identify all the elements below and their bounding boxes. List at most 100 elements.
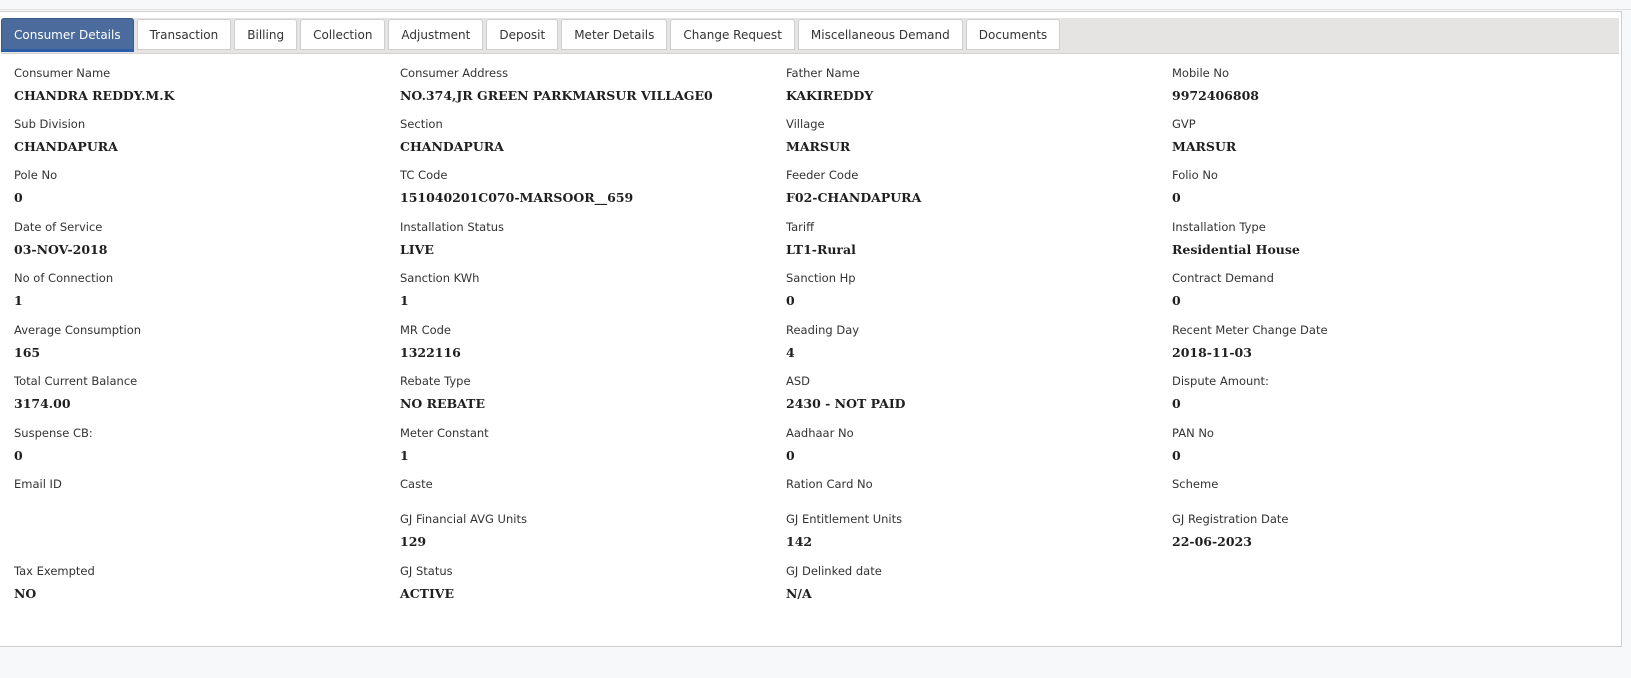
field-recent-meter-change-date: Recent Meter Change Date 2018-11-03 [1172,321,1328,362]
field-gj-registration-date: GJ Registration Date 22-06-2023 [1172,510,1288,551]
field-value: 0 [1172,448,1181,463]
field-value: 0 [14,448,23,463]
field-value: CHANDAPURA [14,139,118,154]
field-label: Caste [400,477,433,491]
field-label: Mobile No [1172,66,1230,80]
field-label: Total Current Balance [14,374,138,388]
field-label: Reading Day [786,323,860,337]
field-mr-code: MR Code 1322116 [400,321,461,362]
field-label: Rebate Type [400,374,471,388]
field-label: Installation Status [400,220,504,234]
field-value: 03-NOV-2018 [14,242,108,257]
field-label: TC Code [400,168,448,182]
field-label: Consumer Address [400,66,509,80]
tab-meter-details[interactable]: Meter Details [561,19,668,50]
field-label: Feeder Code [786,168,859,182]
field-installation-type: Installation Type Residential House [1172,218,1300,259]
field-label: Consumer Name [14,66,111,80]
tab-documents[interactable]: Documents [965,19,1061,50]
field-mobile-no: Mobile No 9972406808 [1172,64,1259,105]
field-value: 0 [786,448,795,463]
field-value: 0 [786,293,795,308]
field-section: Section CHANDAPURA [400,115,504,156]
field-value: 2018-11-03 [1172,345,1252,360]
field-label: Sanction Hp [786,271,856,285]
field-meter-constant: Meter Constant 1 [400,424,489,465]
field-dispute-amount: Dispute Amount: 0 [1172,372,1269,413]
field-label: Average Consumption [14,323,142,337]
field-label: Meter Constant [400,426,489,440]
field-pole-no: Pole No 0 [14,166,57,207]
field-value: 2430 - NOT PAID [786,396,906,411]
field-label: ASD [786,374,811,388]
field-label: Email ID [14,477,62,491]
tab-collection[interactable]: Collection [300,19,386,50]
tab-miscellaneous-demand[interactable]: Miscellaneous Demand [797,19,963,50]
field-contract-demand: Contract Demand 0 [1172,269,1274,310]
field-value: 151040201C070-MARSOOR__659 [400,190,634,205]
field-value: 3174.00 [14,396,71,411]
field-label: GJ Entitlement Units [786,512,903,526]
tab-adjustment[interactable]: Adjustment [388,19,484,50]
field-label: Pole No [14,168,58,182]
field-gj-entitlement-units: GJ Entitlement Units 142 [786,510,902,551]
tab-consumer-details[interactable]: Consumer Details [1,18,134,52]
field-tax-exempted: Tax Exempted NO [14,562,95,603]
field-label: Contract Demand [1172,271,1274,285]
field-value: F02-CHANDAPURA [786,190,922,205]
page: Consumer Details Transaction Billing Col… [0,0,1631,678]
field-gvp: GVP MARSUR [1172,115,1236,156]
field-value: ACTIVE [400,586,455,601]
field-value: KAKIREDDY [786,88,874,103]
field-value: NO [14,586,37,601]
tab-deposit[interactable]: Deposit [486,19,559,50]
field-village: Village MARSUR [786,115,850,156]
field-feeder-code: Feeder Code F02-CHANDAPURA [786,166,921,207]
field-tc-code: TC Code 151040201C070-MARSOOR__659 [400,166,633,207]
field-value: MARSUR [786,139,851,154]
field-label: Section [400,117,443,131]
field-label: GJ Delinked date [786,564,882,578]
field-sanction-kwh: Sanction KWh 1 [400,269,479,310]
field-label: Sanction KWh [400,271,480,285]
field-value: Residential House [1172,242,1300,257]
field-label: Tax Exempted [14,564,95,578]
field-gj-delinked-date: GJ Delinked date N/A [786,562,882,603]
field-sub-division: Sub Division CHANDAPURA [14,115,118,156]
field-value: 0 [14,190,23,205]
field-value: 4 [786,345,795,360]
field-value: N/A [786,586,812,601]
field-value: NO.374,JR GREEN PARKMARSUR VILLAGE0 [400,88,713,103]
field-label: PAN No [1172,426,1214,440]
field-no-of-connection: No of Connection 1 [14,269,113,310]
field-label: Folio No [1172,168,1218,182]
tab-list: Consumer Details Transaction Billing Col… [1,18,1063,52]
field-label: MR Code [400,323,452,337]
field-value: 0 [1172,396,1181,411]
field-label: Scheme [1172,477,1219,491]
field-installation-status: Installation Status LIVE [400,218,504,259]
field-consumer-address: Consumer Address NO.374,JR GREEN PARKMAR… [400,64,713,105]
field-value: MARSUR [1172,139,1237,154]
field-gj-financial-avg-units: GJ Financial AVG Units 129 [400,510,527,551]
field-value [14,498,62,516]
field-value: LIVE [400,242,434,257]
field-label: GJ Registration Date [1172,512,1289,526]
field-label: Ration Card No [786,477,873,491]
tab-transaction[interactable]: Transaction [136,19,232,50]
field-rebate-type: Rebate Type NO REBATE [400,372,485,413]
field-label: Tariff [786,220,815,234]
field-sanction-hp: Sanction Hp 0 [786,269,856,310]
field-value: 1 [400,448,409,463]
field-value: 0 [1172,293,1181,308]
tab-billing[interactable]: Billing [234,19,298,50]
field-label: Suspense CB: [14,426,93,440]
field-reading-day: Reading Day 4 [786,321,859,362]
field-label: GJ Financial AVG Units [400,512,527,526]
field-total-current-balance: Total Current Balance 3174.00 [14,372,137,413]
field-value: 9972406808 [1172,88,1259,103]
tab-change-request[interactable]: Change Request [670,19,795,50]
consumer-panel: Consumer Details Transaction Billing Col… [0,11,1622,647]
field-value: CHANDRA REDDY.M.K [14,88,175,103]
field-value: 1 [400,293,409,308]
